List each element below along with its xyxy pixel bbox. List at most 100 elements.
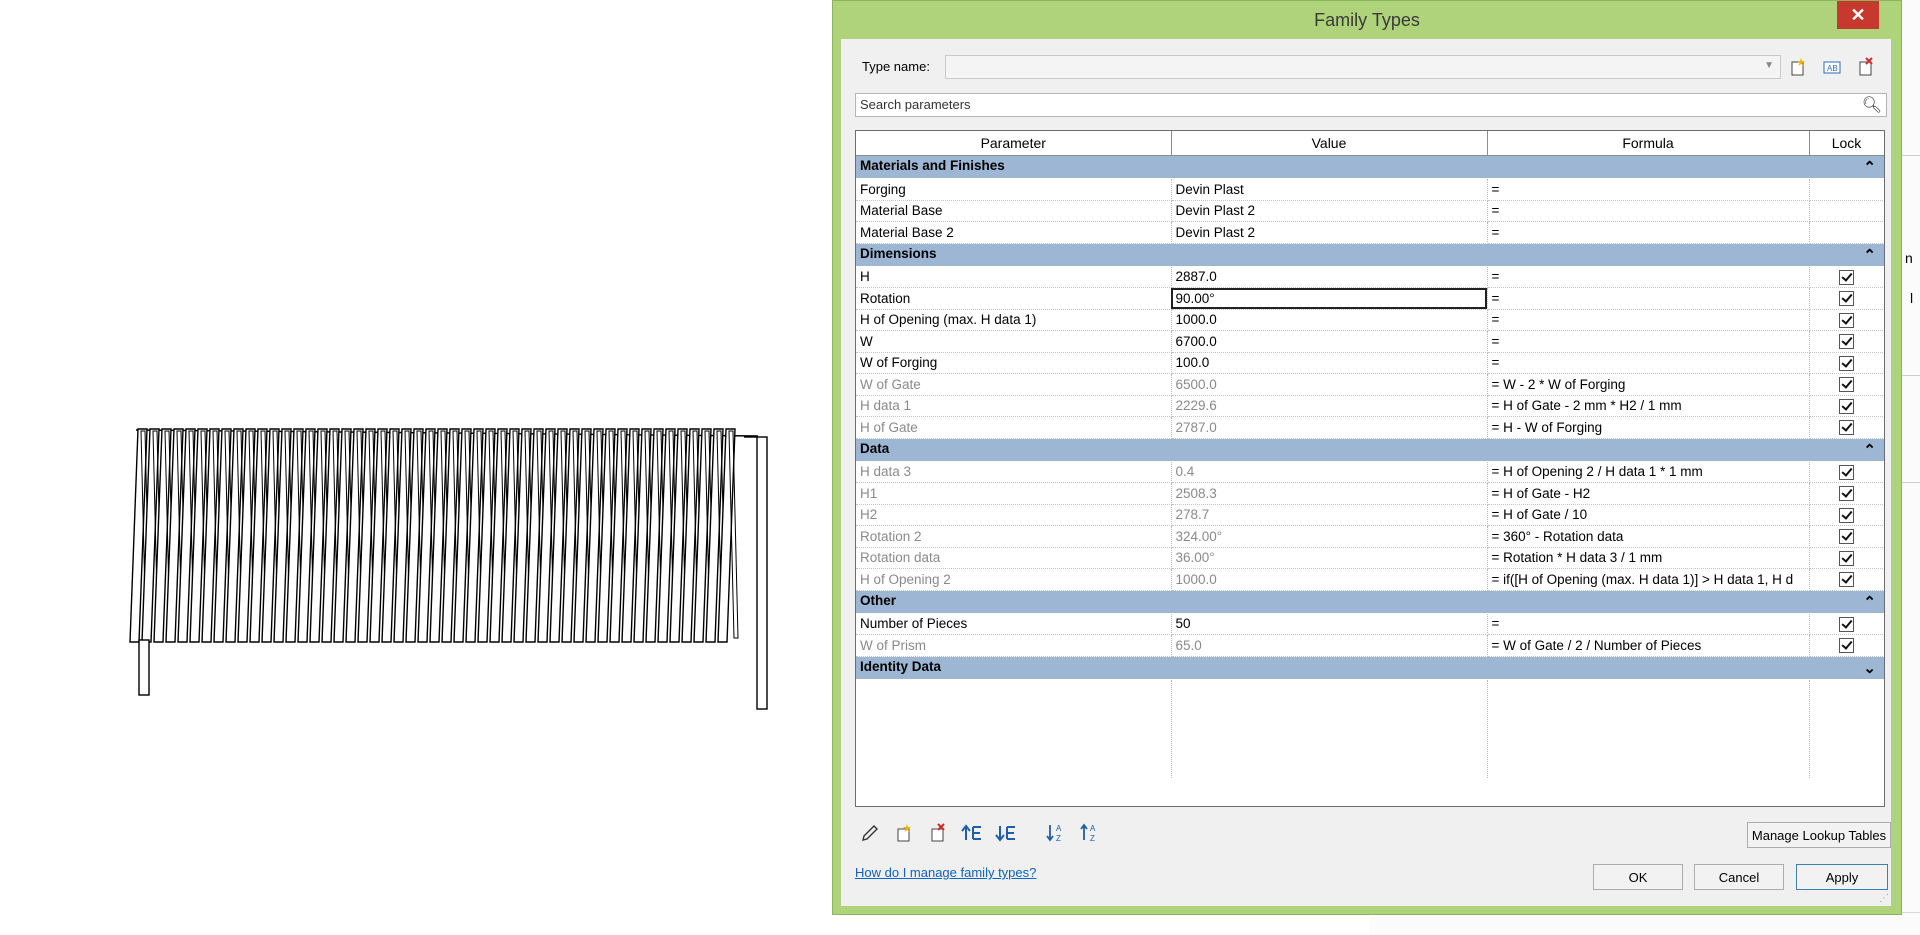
table-row[interactable]: H1 2508.3 = H of Gate - H2 xyxy=(856,482,1884,505)
parameter-value[interactable]: 65.0 xyxy=(1171,634,1488,657)
search-icon[interactable]: 🔍︎ xyxy=(1862,95,1882,115)
close-button[interactable]: ✕ xyxy=(1837,1,1879,29)
lock-cell[interactable] xyxy=(1809,461,1884,483)
lock-checkbox[interactable] xyxy=(1839,464,1854,480)
manage-lookup-tables-button[interactable]: Manage Lookup Tables xyxy=(1747,822,1891,848)
parameter-formula[interactable]: = xyxy=(1487,287,1810,310)
parameter-formula[interactable]: = xyxy=(1487,330,1810,353)
new-type-button[interactable] xyxy=(1787,56,1809,78)
table-row[interactable]: H data 3 0.4 = H of Opening 2 / H data 1 *… xyxy=(856,461,1884,483)
lock-cell[interactable] xyxy=(1809,266,1884,288)
parameter-formula[interactable]: = W - 2 * W of Forging xyxy=(1487,373,1810,396)
collapse-icon[interactable]: ⌃ xyxy=(1863,593,1876,611)
cancel-button[interactable]: Cancel xyxy=(1694,864,1784,890)
lock-checkbox[interactable] xyxy=(1839,638,1854,654)
lock-checkbox[interactable] xyxy=(1839,529,1854,545)
apply-button[interactable]: Apply xyxy=(1796,864,1888,890)
collapse-icon[interactable]: ⌃ xyxy=(1863,246,1876,264)
parameter-formula[interactable]: = H of Gate - 2 mm * H2 / 1 mm xyxy=(1487,395,1810,417)
group-header[interactable]: Data ⌃ xyxy=(856,438,1884,462)
move-down-button[interactable] xyxy=(993,821,1019,845)
lock-checkbox[interactable] xyxy=(1839,291,1854,307)
parameter-value[interactable]: 2229.6 xyxy=(1171,395,1488,417)
table-row[interactable]: Rotation 2 324.00° = 360° - Rotation data xyxy=(856,525,1884,548)
lock-checkbox[interactable] xyxy=(1839,398,1854,414)
group-header[interactable]: Dimensions ⌃ xyxy=(856,243,1884,267)
table-row[interactable]: H of Opening (max. H data 1) 1000.0 = xyxy=(856,309,1884,331)
lock-cell[interactable] xyxy=(1809,613,1884,635)
group-header[interactable]: Other ⌃ xyxy=(856,590,1884,614)
lock-checkbox[interactable] xyxy=(1839,355,1854,371)
parameter-value[interactable]: 324.00° xyxy=(1171,525,1488,548)
table-row[interactable]: W 6700.0 = xyxy=(856,330,1884,353)
edit-parameter-button[interactable] xyxy=(857,821,883,845)
new-parameter-button[interactable] xyxy=(891,821,917,845)
parameter-formula[interactable]: = xyxy=(1487,309,1810,331)
parameter-value[interactable]: 1000.0 xyxy=(1171,309,1488,331)
parameter-value[interactable]: 2508.3 xyxy=(1171,482,1488,505)
parameter-formula[interactable]: = xyxy=(1487,352,1810,374)
table-row[interactable]: Rotation data 36.00° = Rotation * H data 3… xyxy=(856,547,1884,569)
table-row[interactable]: Material Base 2 Devin Plast 2 = xyxy=(856,221,1884,244)
table-row[interactable]: Number of Pieces 50 = xyxy=(856,613,1884,635)
lock-checkbox[interactable] xyxy=(1839,334,1854,350)
table-row[interactable]: H of Gate 2787.0 = H - W of Forging xyxy=(856,416,1884,439)
lock-checkbox[interactable] xyxy=(1839,507,1854,523)
parameter-formula[interactable]: = xyxy=(1487,200,1810,222)
column-header-lock[interactable]: Lock xyxy=(1809,131,1884,156)
parameter-formula[interactable]: = H of Gate - H2 xyxy=(1487,482,1810,505)
parameter-value[interactable]: 2787.0 xyxy=(1171,416,1488,439)
parameter-value[interactable]: Devin Plast xyxy=(1171,178,1488,201)
expand-icon[interactable]: ⌄ xyxy=(1863,659,1876,677)
lock-cell[interactable] xyxy=(1809,395,1884,417)
parameter-formula[interactable]: = xyxy=(1487,221,1810,244)
delete-type-button[interactable] xyxy=(1855,56,1877,78)
parameter-value[interactable]: 1000.0 xyxy=(1171,568,1488,591)
parameter-value[interactable]: Devin Plast 2 xyxy=(1171,200,1488,222)
ok-button[interactable]: OK xyxy=(1593,864,1683,890)
parameter-value[interactable]: 2887.0 xyxy=(1171,266,1488,288)
rename-type-button[interactable]: AB xyxy=(1821,56,1843,78)
lock-cell[interactable] xyxy=(1809,287,1884,310)
delete-parameter-button[interactable] xyxy=(925,821,951,845)
lock-cell[interactable] xyxy=(1809,309,1884,331)
model-view-canvas[interactable] xyxy=(0,0,832,934)
value-input[interactable]: 90.00° xyxy=(1171,287,1488,310)
parameter-formula[interactable]: = W of Gate / 2 / Number of Pieces xyxy=(1487,634,1810,657)
lock-checkbox[interactable] xyxy=(1839,486,1854,502)
parameter-formula[interactable]: = xyxy=(1487,178,1810,201)
group-header[interactable]: Materials and Finishes ⌃ xyxy=(856,155,1884,179)
parameter-formula[interactable]: = if([H of Opening (max. H data 1)] > H … xyxy=(1487,568,1810,591)
type-name-combo[interactable]: ▼ xyxy=(945,55,1781,79)
parameter-formula[interactable]: = xyxy=(1487,266,1810,288)
lock-checkbox[interactable] xyxy=(1839,420,1854,436)
group-header[interactable]: Identity Data ⌄ xyxy=(856,656,1884,680)
help-link[interactable]: How do I manage family types? xyxy=(855,865,1036,880)
dialog-titlebar[interactable]: Family Types ✕ xyxy=(833,1,1901,39)
sort-descending-button[interactable]: AZ xyxy=(1077,821,1103,845)
lock-checkbox[interactable] xyxy=(1839,377,1854,393)
parameter-value[interactable]: 0.4 xyxy=(1171,461,1488,483)
parameter-formula[interactable]: = H of Opening 2 / H data 1 * 1 mm xyxy=(1487,461,1810,483)
lock-cell[interactable] xyxy=(1809,330,1884,353)
resize-grip-icon[interactable]: ⋰ xyxy=(1879,893,1889,904)
table-row[interactable]: H of Opening 2 1000.0 = if([H of Opening (… xyxy=(856,568,1884,591)
collapse-icon[interactable]: ⌃ xyxy=(1863,441,1876,459)
lock-cell[interactable] xyxy=(1809,634,1884,657)
lock-checkbox[interactable] xyxy=(1839,269,1854,285)
column-header-parameter[interactable]: Parameter xyxy=(856,131,1172,156)
lock-cell[interactable] xyxy=(1809,504,1884,526)
table-row[interactable]: W of Gate 6500.0 = W - 2 * W of Forging xyxy=(856,373,1884,396)
parameter-formula[interactable]: = 360° - Rotation data xyxy=(1487,525,1810,548)
table-row[interactable]: H 2887.0 = xyxy=(856,266,1884,288)
column-header-value[interactable]: Value xyxy=(1171,131,1488,156)
table-row[interactable]: Rotation 90.00° = xyxy=(856,287,1884,310)
parameter-formula[interactable]: = xyxy=(1487,613,1810,635)
lock-cell[interactable] xyxy=(1809,525,1884,548)
parameters-table[interactable]: Parameter Value Formula Lock Materials a… xyxy=(855,130,1885,807)
parameter-value[interactable]: 36.00° xyxy=(1171,547,1488,569)
table-row[interactable]: H data 1 2229.6 = H of Gate - 2 mm * H2 / … xyxy=(856,395,1884,417)
lock-cell[interactable] xyxy=(1809,416,1884,439)
collapse-icon[interactable]: ⌃ xyxy=(1863,158,1876,176)
lock-checkbox[interactable] xyxy=(1839,616,1854,632)
